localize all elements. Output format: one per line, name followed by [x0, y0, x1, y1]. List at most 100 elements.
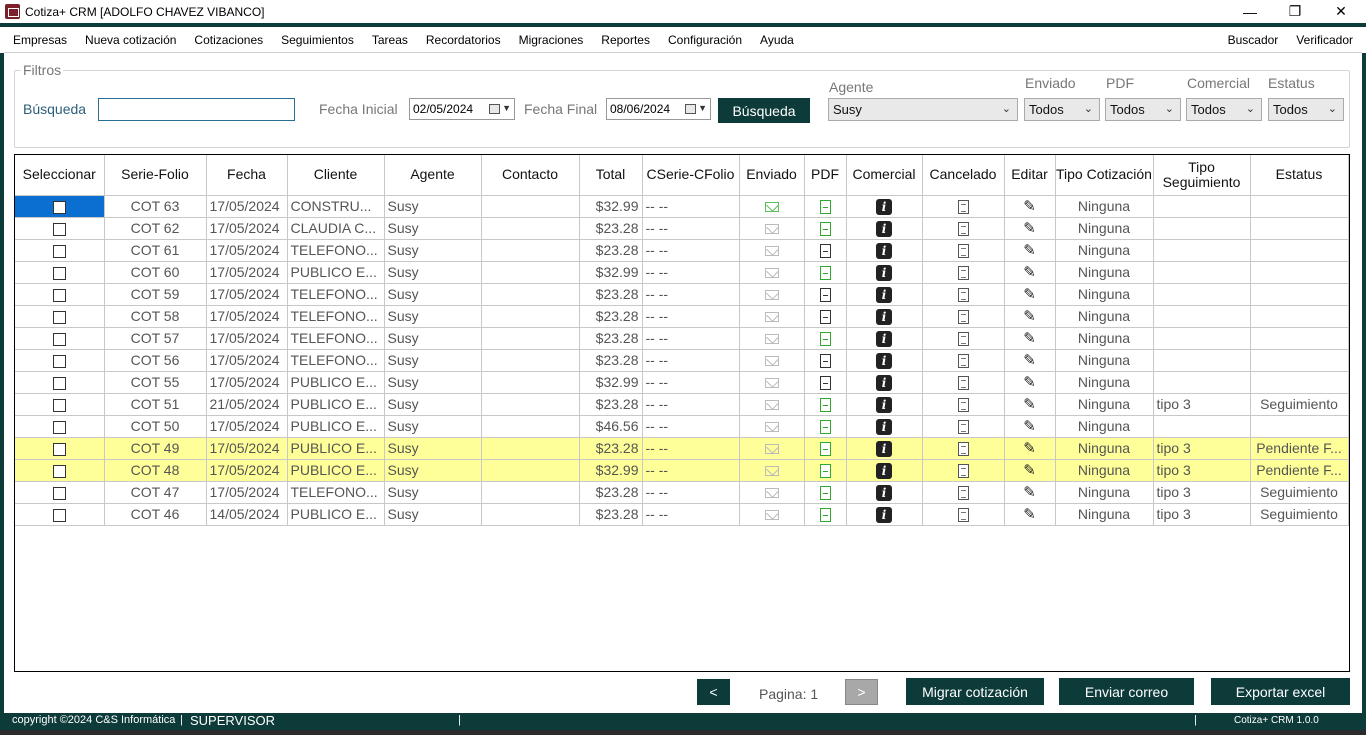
info-icon[interactable]: i: [876, 330, 892, 347]
row-checkbox[interactable]: [52, 332, 66, 346]
info-icon[interactable]: i: [876, 220, 892, 237]
pdf-cell[interactable]: [804, 283, 847, 306]
pencil-edit-icon[interactable]: ✎: [1023, 507, 1036, 522]
pdf-file-icon[interactable]: [819, 266, 831, 281]
menu-cotizaciones[interactable]: Cotizaciones: [185, 33, 272, 47]
comercial-cell[interactable]: i: [846, 459, 923, 482]
table-row[interactable]: COT 57 17/05/2024 TELEFONO... Susy $23.28 -- …: [15, 327, 1349, 350]
menu-nueva-cotizacion[interactable]: Nueva cotización: [76, 33, 185, 47]
column-header[interactable]: Total: [579, 155, 643, 196]
info-icon[interactable]: i: [876, 374, 892, 391]
enviar-correo-button[interactable]: Enviar correo: [1059, 678, 1194, 705]
prev-page-button[interactable]: <: [697, 679, 730, 705]
enviado-cell[interactable]: [739, 217, 805, 240]
envelope-icon[interactable]: [764, 378, 779, 389]
menu-migraciones[interactable]: Migraciones: [510, 33, 593, 47]
document-icon[interactable]: [957, 200, 969, 215]
editar-cell[interactable]: ✎: [1004, 195, 1056, 218]
migrar-cotizacion-button[interactable]: Migrar cotización: [906, 678, 1044, 705]
select-cell[interactable]: [15, 195, 105, 218]
table-row[interactable]: COT 60 17/05/2024 PUBLICO E... Susy $32.99 --…: [15, 261, 1349, 284]
cancelado-cell[interactable]: [922, 261, 1005, 284]
pdf-cell[interactable]: [804, 217, 847, 240]
pdf-file-icon[interactable]: [819, 398, 831, 413]
pdf-file-icon[interactable]: [819, 508, 831, 523]
table-row[interactable]: COT 47 17/05/2024 TELEFONO... Susy $23.28 -- …: [15, 481, 1349, 504]
close-button[interactable]: ✕: [1318, 0, 1364, 23]
pencil-edit-icon[interactable]: ✎: [1023, 287, 1036, 302]
enviado-cell[interactable]: [739, 305, 805, 328]
column-header[interactable]: Editar: [1004, 155, 1056, 196]
info-icon[interactable]: i: [876, 396, 892, 413]
estatus-select[interactable]: Todos ⌄: [1268, 98, 1344, 121]
table-row[interactable]: COT 48 17/05/2024 PUBLICO E... Susy $32.99 --…: [15, 459, 1349, 482]
document-icon[interactable]: [957, 288, 969, 303]
select-cell[interactable]: [15, 393, 105, 416]
select-cell[interactable]: [15, 349, 105, 372]
pdf-cell[interactable]: [804, 239, 847, 262]
menu-configuracion[interactable]: Configuración: [659, 33, 751, 47]
comercial-cell[interactable]: i: [846, 503, 923, 526]
menu-verificador[interactable]: Verificador: [1287, 33, 1362, 47]
pencil-edit-icon[interactable]: ✎: [1023, 243, 1036, 258]
info-icon[interactable]: i: [876, 418, 892, 435]
minimize-button[interactable]: —: [1227, 0, 1273, 23]
table-row[interactable]: COT 46 14/05/2024 PUBLICO E... Susy $23.28 --…: [15, 503, 1349, 526]
info-icon[interactable]: i: [876, 484, 892, 501]
search-button[interactable]: Búsqueda: [718, 98, 810, 123]
envelope-icon[interactable]: [764, 466, 779, 477]
document-icon[interactable]: [957, 508, 969, 523]
row-checkbox[interactable]: [52, 222, 66, 236]
info-icon[interactable]: i: [876, 308, 892, 325]
select-cell[interactable]: [15, 437, 105, 460]
pencil-edit-icon[interactable]: ✎: [1023, 397, 1036, 412]
envelope-icon[interactable]: [764, 510, 779, 521]
enviado-cell[interactable]: [739, 283, 805, 306]
editar-cell[interactable]: ✎: [1004, 393, 1056, 416]
comercial-cell[interactable]: i: [846, 239, 923, 262]
comercial-cell[interactable]: i: [846, 327, 923, 350]
info-icon[interactable]: i: [876, 264, 892, 281]
editar-cell[interactable]: ✎: [1004, 283, 1056, 306]
column-header[interactable]: Agente: [384, 155, 482, 196]
document-icon[interactable]: [957, 376, 969, 391]
envelope-icon[interactable]: [764, 334, 779, 345]
document-icon[interactable]: [957, 310, 969, 325]
pdf-cell[interactable]: [804, 261, 847, 284]
cancelado-cell[interactable]: [922, 459, 1005, 482]
document-icon[interactable]: [957, 244, 969, 259]
editar-cell[interactable]: ✎: [1004, 437, 1056, 460]
pencil-edit-icon[interactable]: ✎: [1023, 419, 1036, 434]
pdf-cell[interactable]: [804, 393, 847, 416]
comercial-cell[interactable]: i: [846, 437, 923, 460]
pdf-file-icon[interactable]: [819, 222, 831, 237]
row-checkbox[interactable]: [52, 310, 66, 324]
column-header[interactable]: Contacto: [481, 155, 580, 196]
editar-cell[interactable]: ✎: [1004, 327, 1056, 350]
editar-cell[interactable]: ✎: [1004, 305, 1056, 328]
table-row[interactable]: COT 49 17/05/2024 PUBLICO E... Susy $23.28 --…: [15, 437, 1349, 460]
pdf-file-icon[interactable]: [819, 244, 831, 259]
cancelado-cell[interactable]: [922, 437, 1005, 460]
row-checkbox[interactable]: [52, 354, 66, 368]
pdf-file-icon[interactable]: [819, 486, 831, 501]
editar-cell[interactable]: ✎: [1004, 459, 1056, 482]
cancelado-cell[interactable]: [922, 217, 1005, 240]
select-cell[interactable]: [15, 261, 105, 284]
pdf-file-icon[interactable]: [819, 200, 831, 215]
pdf-cell[interactable]: [804, 481, 847, 504]
table-row[interactable]: COT 50 17/05/2024 PUBLICO E... Susy $46.56 --…: [15, 415, 1349, 438]
menu-buscador[interactable]: Buscador: [1219, 33, 1288, 47]
comercial-cell[interactable]: i: [846, 415, 923, 438]
pdf-cell[interactable]: [804, 327, 847, 350]
comercial-cell[interactable]: i: [846, 261, 923, 284]
info-icon[interactable]: i: [876, 286, 892, 303]
row-checkbox[interactable]: [52, 288, 66, 302]
enviado-select[interactable]: Todos ⌄: [1024, 98, 1100, 121]
document-icon[interactable]: [957, 354, 969, 369]
pdf-cell[interactable]: [804, 437, 847, 460]
row-checkbox[interactable]: [52, 200, 66, 214]
envelope-icon[interactable]: [764, 312, 779, 323]
select-cell[interactable]: [15, 327, 105, 350]
agente-select[interactable]: Susy ⌄: [828, 98, 1018, 121]
